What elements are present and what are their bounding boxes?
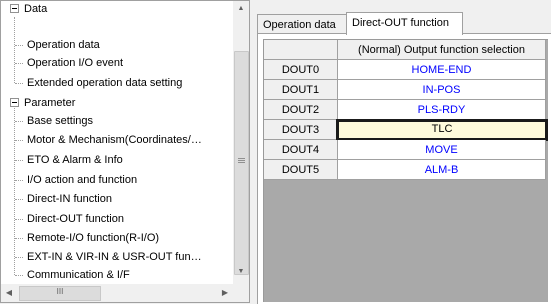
tab-direct-out-function[interactable]: Direct-OUT function: [346, 12, 463, 35]
scrollbar-corner: [233, 284, 249, 302]
grip-icon: III: [56, 287, 64, 296]
tree-item-label: Extended operation data setting: [27, 77, 183, 89]
tree-item-base-settings[interactable]: Base settings: [25, 113, 93, 129]
vertical-scroll-thumb[interactable]: [234, 51, 249, 275]
tree-item-io-action-function[interactable]: I/O action and function: [25, 172, 137, 188]
output-function-cell[interactable]: MOVE: [338, 140, 546, 160]
row-header[interactable]: DOUT2: [264, 100, 338, 120]
tree-connector: [15, 257, 23, 258]
tree-connector: [15, 45, 23, 46]
tree-item-label: Operation data: [27, 39, 100, 51]
tree-item-label: Communication & I/F: [27, 269, 130, 281]
horizontal-scroll-thumb[interactable]: III: [19, 286, 101, 301]
tree-connector: [15, 140, 23, 141]
row-header[interactable]: DOUT4: [264, 140, 338, 160]
row-header[interactable]: DOUT3: [264, 120, 338, 140]
collapse-icon[interactable]: [10, 98, 19, 107]
tree-connector: [15, 219, 23, 220]
tree-connector: [14, 105, 15, 275]
tree-item-eto-alarm-info[interactable]: ETO & Alarm & Info: [25, 152, 123, 168]
tree-item-label: Remote-I/O function(R-I/O): [27, 232, 160, 244]
row-header[interactable]: DOUT1: [264, 80, 338, 100]
tree-connector: [15, 238, 23, 239]
scroll-up-arrow-icon[interactable]: ▲: [233, 1, 249, 17]
tree-item-label: I/O action and function: [27, 174, 138, 186]
tree-connector: [15, 63, 23, 64]
tree-item-label: Operation I/O event: [27, 57, 123, 69]
output-function-cell[interactable]: PLS-RDY: [338, 100, 546, 120]
tree-item-extended-operation-data[interactable]: Extended operation data setting: [25, 75, 182, 91]
tree-item-direct-out-function[interactable]: Direct-OUT function: [25, 211, 124, 227]
tree-vertical-scrollbar[interactable]: ▲ ▼: [233, 1, 249, 284]
tree-item-label: EXT-IN & VIR-IN & USR-OUT fun…: [27, 251, 202, 263]
collapse-icon[interactable]: [10, 4, 19, 13]
tree-connector: [15, 83, 23, 84]
tree-connector: [15, 121, 23, 122]
scroll-down-arrow-icon[interactable]: ▼: [233, 264, 249, 280]
tree-item-parameter[interactable]: Parameter: [10, 95, 75, 111]
tree-item-operation-io-event[interactable]: Operation I/O event: [25, 55, 123, 71]
output-function-cell[interactable]: ALM-B: [338, 160, 546, 180]
tree-item-label: ETO & Alarm & Info: [27, 154, 123, 166]
tree-item-operation-data[interactable]: Operation data: [25, 37, 100, 53]
tree-item-label: Data: [24, 3, 48, 15]
scroll-left-arrow-icon[interactable]: ◀: [1, 284, 17, 302]
tree-item-label: Direct-OUT function: [27, 213, 124, 225]
tree-item-remote-io-function[interactable]: Remote-I/O function(R-I/O): [25, 230, 159, 246]
grip-icon: [238, 158, 245, 165]
row-header[interactable]: DOUT0: [264, 60, 338, 80]
tree-item-direct-in-function[interactable]: Direct-IN function: [25, 191, 112, 207]
tab-operation-data[interactable]: Operation data: [257, 14, 348, 35]
tree-item-ext-in-vir-in-usr-out[interactable]: EXT-IN & VIR-IN & USR-OUT fun…: [25, 249, 202, 265]
scroll-right-arrow-icon[interactable]: ▶: [217, 284, 233, 302]
output-function-cell-selected[interactable]: TLC: [336, 119, 548, 141]
tree-item-label: Base settings: [27, 115, 94, 127]
direct-out-grid: (Normal) Output function selection DOUT0…: [263, 39, 548, 302]
tree-connector: [14, 17, 15, 83]
tree-item-data[interactable]: Data: [10, 1, 47, 17]
tree-horizontal-scrollbar[interactable]: ◀ III ▶: [1, 284, 233, 302]
tree-connector: [15, 180, 23, 181]
tree-connector: [15, 160, 23, 161]
tree-item-label: Parameter: [24, 97, 76, 109]
row-header[interactable]: DOUT5: [264, 160, 338, 180]
right-panel: Operation data Direct-OUT function (Norm…: [255, 0, 551, 304]
tree-panel: Data Operation data Operation I/O event …: [0, 0, 250, 303]
output-function-cell[interactable]: HOME-END: [338, 60, 546, 80]
output-function-cell[interactable]: IN-POS: [338, 80, 546, 100]
corner-header-cell[interactable]: [264, 40, 338, 60]
tree-item-label: Direct-IN function: [27, 193, 112, 205]
column-header-output-function[interactable]: (Normal) Output function selection: [338, 40, 546, 60]
tree-item-motor-mechanism[interactable]: Motor & Mechanism(Coordinates/…: [25, 132, 202, 148]
tree-item-communication-if[interactable]: Communication & I/F: [25, 267, 130, 283]
tab-content: (Normal) Output function selection DOUT0…: [257, 33, 551, 304]
settings-tree: Data Operation data Operation I/O event …: [1, 1, 233, 284]
tree-item-label: Motor & Mechanism(Coordinates/…: [27, 134, 202, 146]
tree-connector: [15, 199, 23, 200]
tree-connector: [15, 275, 23, 276]
